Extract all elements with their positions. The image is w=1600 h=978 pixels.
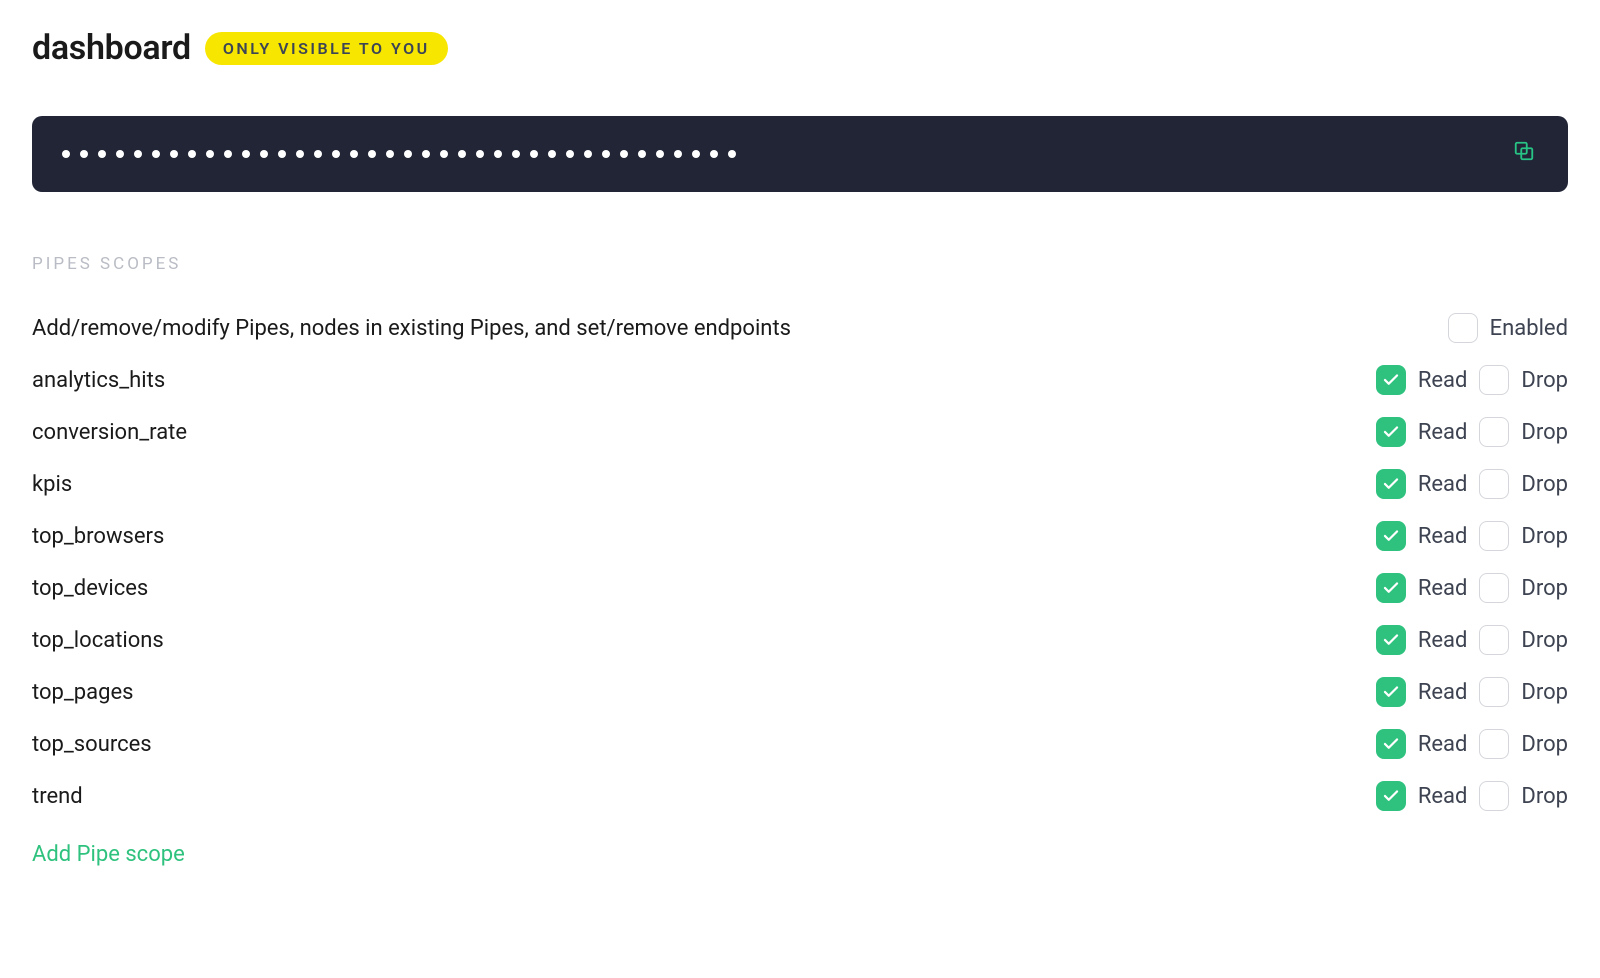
- pipe-name: trend: [32, 784, 83, 809]
- read-label: Read: [1418, 524, 1468, 549]
- read-control: Read: [1376, 677, 1468, 707]
- drop-label: Drop: [1521, 472, 1568, 497]
- drop-label: Drop: [1521, 732, 1568, 757]
- copy-token-button[interactable]: [1510, 140, 1538, 168]
- add-pipe-scope-link[interactable]: Add Pipe scope: [32, 842, 185, 867]
- pipe-row: top_pages Read Drop: [32, 666, 1568, 718]
- pipe-name: kpis: [32, 472, 72, 497]
- pipe-name: analytics_hits: [32, 368, 165, 393]
- read-checkbox[interactable]: [1376, 625, 1406, 655]
- pipe-row: kpis Read Drop: [32, 458, 1568, 510]
- drop-checkbox[interactable]: [1479, 417, 1509, 447]
- enabled-checkbox[interactable]: [1448, 313, 1478, 343]
- scopes-description-row: Add/remove/modify Pipes, nodes in existi…: [32, 302, 1568, 354]
- drop-control: Drop: [1479, 573, 1568, 603]
- enabled-label: Enabled: [1490, 316, 1568, 341]
- drop-checkbox[interactable]: [1479, 781, 1509, 811]
- drop-control: Drop: [1479, 365, 1568, 395]
- drop-control: Drop: [1479, 677, 1568, 707]
- pipe-row: top_locations Read Drop: [32, 614, 1568, 666]
- enabled-control: Enabled: [1448, 313, 1568, 343]
- copy-icon: [1513, 140, 1535, 168]
- drop-checkbox[interactable]: [1479, 625, 1509, 655]
- drop-checkbox[interactable]: [1479, 573, 1509, 603]
- drop-checkbox[interactable]: [1479, 729, 1509, 759]
- read-checkbox[interactable]: [1376, 781, 1406, 811]
- drop-checkbox[interactable]: [1479, 677, 1509, 707]
- drop-control: Drop: [1479, 781, 1568, 811]
- token-display: [32, 116, 1568, 192]
- read-control: Read: [1376, 417, 1468, 447]
- read-label: Read: [1418, 784, 1468, 809]
- read-checkbox[interactable]: [1376, 521, 1406, 551]
- page-header: dashboard ONLY VISIBLE TO YOU: [32, 28, 1568, 68]
- read-label: Read: [1418, 420, 1468, 445]
- read-control: Read: [1376, 625, 1468, 655]
- pipe-name: top_devices: [32, 576, 148, 601]
- read-control: Read: [1376, 729, 1468, 759]
- pipe-row: top_sources Read Drop: [32, 718, 1568, 770]
- read-checkbox[interactable]: [1376, 365, 1406, 395]
- pipe-name: top_browsers: [32, 524, 164, 549]
- read-label: Read: [1418, 472, 1468, 497]
- drop-control: Drop: [1479, 469, 1568, 499]
- drop-label: Drop: [1521, 576, 1568, 601]
- drop-label: Drop: [1521, 420, 1568, 445]
- visibility-badge: ONLY VISIBLE TO YOU: [205, 32, 448, 65]
- drop-label: Drop: [1521, 628, 1568, 653]
- read-control: Read: [1376, 469, 1468, 499]
- drop-control: Drop: [1479, 729, 1568, 759]
- pipe-name: top_pages: [32, 680, 134, 705]
- read-checkbox[interactable]: [1376, 677, 1406, 707]
- read-control: Read: [1376, 365, 1468, 395]
- drop-label: Drop: [1521, 680, 1568, 705]
- drop-checkbox[interactable]: [1479, 469, 1509, 499]
- read-control: Read: [1376, 781, 1468, 811]
- read-label: Read: [1418, 680, 1468, 705]
- drop-checkbox[interactable]: [1479, 521, 1509, 551]
- pipe-row: top_browsers Read Drop: [32, 510, 1568, 562]
- read-checkbox[interactable]: [1376, 573, 1406, 603]
- drop-control: Drop: [1479, 417, 1568, 447]
- drop-checkbox[interactable]: [1479, 365, 1509, 395]
- read-label: Read: [1418, 732, 1468, 757]
- page-title: dashboard: [32, 28, 191, 68]
- drop-control: Drop: [1479, 521, 1568, 551]
- pipe-row: conversion_rate Read Drop: [32, 406, 1568, 458]
- scopes-description-text: Add/remove/modify Pipes, nodes in existi…: [32, 316, 791, 341]
- drop-label: Drop: [1521, 368, 1568, 393]
- read-label: Read: [1418, 368, 1468, 393]
- read-control: Read: [1376, 521, 1468, 551]
- section-label-pipes-scopes: PIPES SCOPES: [32, 254, 1568, 274]
- pipe-name: top_locations: [32, 628, 164, 653]
- drop-label: Drop: [1521, 784, 1568, 809]
- pipe-name: top_sources: [32, 732, 152, 757]
- drop-label: Drop: [1521, 524, 1568, 549]
- drop-control: Drop: [1479, 625, 1568, 655]
- read-label: Read: [1418, 576, 1468, 601]
- pipe-row: top_devices Read Drop: [32, 562, 1568, 614]
- pipe-row: trend Read Drop: [32, 770, 1568, 822]
- token-masked-value: [62, 150, 736, 158]
- pipe-name: conversion_rate: [32, 420, 187, 445]
- pipe-row: analytics_hits Read Drop: [32, 354, 1568, 406]
- read-checkbox[interactable]: [1376, 417, 1406, 447]
- read-checkbox[interactable]: [1376, 729, 1406, 759]
- read-label: Read: [1418, 628, 1468, 653]
- read-control: Read: [1376, 573, 1468, 603]
- read-checkbox[interactable]: [1376, 469, 1406, 499]
